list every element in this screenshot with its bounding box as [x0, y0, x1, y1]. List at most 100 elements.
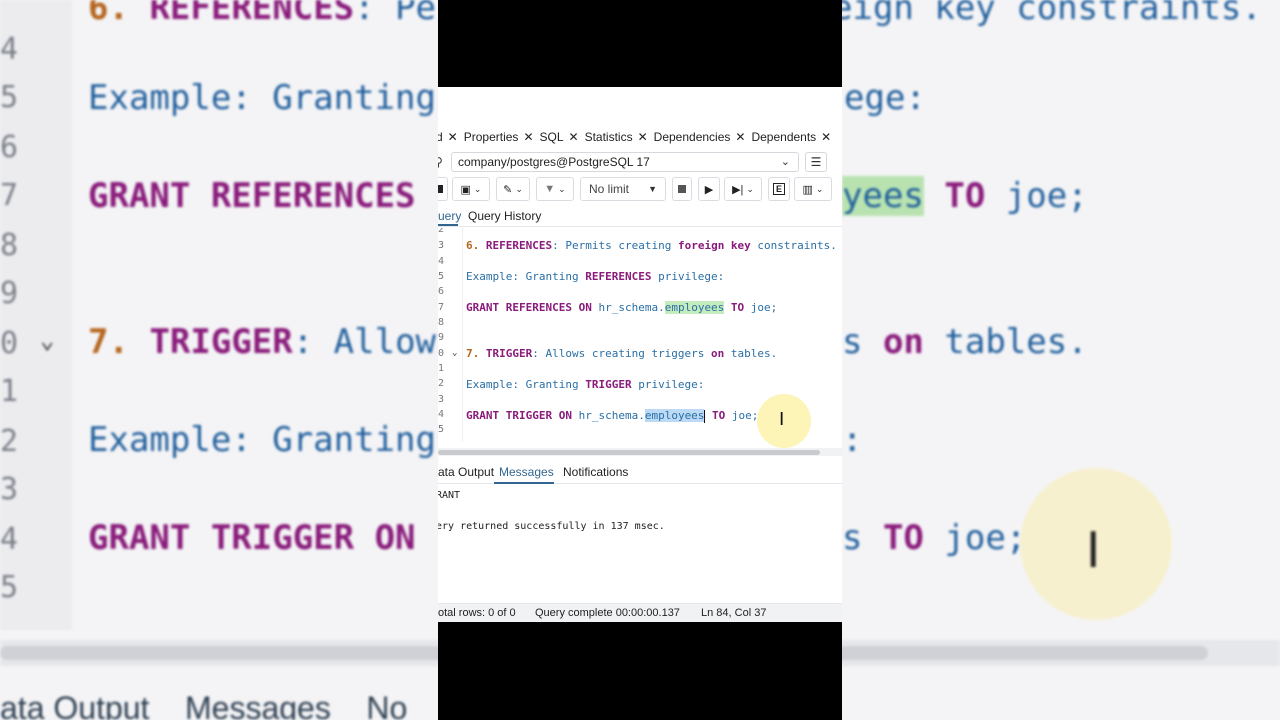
execute-button[interactable]: ▶	[698, 177, 720, 201]
object-tabbar: rd ✕ Properties ✕ SQL ✕ Statistics ✕ Depende…	[438, 127, 842, 147]
play-icon: ▶	[704, 183, 714, 196]
background-line: ege:	[844, 78, 926, 118]
tab-dependents[interactable]: Dependents ✕	[751, 127, 837, 147]
tab-data-output[interactable]: ata Output	[438, 465, 494, 479]
caret-down-icon: ▼	[648, 184, 657, 194]
filter-button[interactable]: ▼ ⌄	[536, 177, 574, 201]
line-number: 1	[438, 363, 445, 374]
explain-icon: E	[772, 183, 785, 195]
tab-label: Statistics	[584, 130, 633, 144]
bar-chart-icon: ▥	[802, 183, 813, 196]
status-cursor-position: Ln 84, Col 37	[701, 607, 767, 619]
close-icon[interactable]: ✕	[638, 130, 648, 144]
video-frame: rd ✕ Properties ✕ SQL ✕ Statistics ✕ Depende…	[438, 0, 842, 720]
tab-notifications[interactable]: Notifications	[563, 465, 628, 479]
background-line-number: 2	[0, 424, 19, 459]
output-tabs: ata Output Messages Notifications	[438, 460, 842, 484]
execute-options-button[interactable]: ▶| ⌄	[724, 177, 762, 201]
close-icon[interactable]: ✕	[448, 130, 458, 144]
line-number: 8	[438, 317, 445, 328]
background-line: s on tables.	[842, 322, 1088, 362]
code-line: 6. REFERENCES: Permits creating foreign …	[466, 239, 837, 252]
scrollbar-thumb[interactable]	[438, 450, 820, 455]
background-output-tabs: ata Output Messages No	[0, 690, 408, 720]
selection-highlight: employees	[644, 409, 705, 422]
active-tab-indicator	[438, 224, 458, 226]
save-button[interactable]: ▣ ⌄	[452, 177, 490, 201]
edit-button[interactable]: ✎ ⌄	[496, 177, 530, 201]
connection-value: company/postgres@PostgreSQL 17	[458, 155, 650, 169]
line-number: 2	[438, 378, 445, 389]
close-icon[interactable]: ✕	[523, 130, 533, 144]
background-text-cursor-icon: I	[1086, 521, 1101, 579]
tab-messages[interactable]: Messages	[499, 465, 554, 479]
background-line-number: 6	[0, 130, 19, 165]
background-line: yees TO joe;	[842, 176, 1088, 216]
row-limit-select[interactable]: No limit ▼	[580, 177, 666, 201]
code-line: 7. TRIGGER: Allows creating triggers on …	[466, 347, 778, 360]
background-line: Example: Granting	[88, 420, 436, 460]
tab-sql[interactable]: SQL ✕	[540, 127, 585, 147]
tab-query[interactable]: uery	[438, 209, 461, 223]
connection-select[interactable]: company/postgres@PostgreSQL 17 ⌄	[451, 152, 799, 172]
message-line: ery returned successfully in 137 msec.	[438, 521, 665, 532]
background-line-number: 7	[0, 178, 19, 213]
play-script-icon: ▶|	[732, 183, 744, 196]
editor-tabs: uery Query History	[438, 205, 842, 227]
stop-button[interactable]	[672, 177, 692, 201]
line-number: 4	[438, 409, 445, 420]
line-number: 4	[438, 256, 445, 267]
status-total-rows: otal rows: 0 of 0	[438, 607, 516, 619]
background-line: 7. TRIGGER: Allow	[88, 322, 437, 362]
tab-properties[interactable]: Properties ✕	[464, 127, 540, 147]
query-toolbar: ▣ ⌄ ✎ ⌄ ▼ ⌄ No limit ▼ ▶ ▶| ⌄ E ▥ ⌄	[438, 177, 842, 201]
tab-label: Dependencies	[653, 130, 731, 144]
close-icon[interactable]: ✕	[735, 130, 745, 144]
background-line: 6. REFERENCES: Pe	[88, 0, 437, 28]
gutter-divider	[462, 228, 463, 442]
tab-query-history[interactable]: Query History	[468, 209, 541, 223]
close-icon[interactable]: ✕	[821, 130, 831, 144]
code-line: Example: Granting REFERENCES privilege:	[466, 270, 725, 283]
background-line-number: 4	[0, 32, 19, 67]
row-limit-value: No limit	[589, 182, 630, 196]
tab-statistics[interactable]: Statistics ✕	[585, 127, 654, 147]
line-number: 6	[438, 286, 445, 297]
chevron-down-icon: ⌄	[780, 156, 790, 168]
status-bar: otal rows: 0 of 0 Query complete 00:00:0…	[438, 603, 842, 622]
chevron-down-icon: ⌄	[558, 183, 566, 194]
line-number: 0	[438, 348, 445, 359]
background-line-number: 8	[0, 228, 19, 263]
chevron-down-icon: ⌄	[746, 183, 754, 194]
message-line: RANT	[438, 490, 461, 501]
open-file-button[interactable]	[438, 177, 448, 201]
line-number: 9	[438, 332, 445, 343]
line-number: 2	[438, 228, 445, 235]
explain-analyze-button[interactable]: ▥ ⌄	[794, 177, 832, 201]
pencil-icon: ✎	[503, 183, 513, 196]
background-line-number: 5	[0, 80, 19, 115]
background-line-number: 3	[0, 472, 19, 507]
connection-bar: ⚲ company/postgres@PostgreSQL 17 ⌄ ☰	[438, 151, 842, 173]
explain-button[interactable]: E	[768, 177, 790, 201]
background-line-number: 1	[0, 374, 19, 409]
tab-dashboard[interactable]: rd ✕	[438, 127, 464, 147]
line-number: 3	[438, 394, 445, 405]
stop-icon	[678, 185, 686, 193]
fold-chevron-icon[interactable]: ⌄	[452, 348, 457, 358]
tab-dependencies[interactable]: Dependencies ✕	[654, 127, 752, 147]
background-line-number: 5	[0, 570, 19, 605]
line-number: 3	[438, 240, 445, 251]
active-tab-indicator	[494, 482, 554, 484]
database-icon[interactable]: ☰	[805, 152, 827, 172]
editor-horizontal-scrollbar[interactable]	[438, 448, 842, 456]
status-query-complete: Query complete 00:00:00.137	[535, 607, 680, 619]
line-number: 5	[438, 424, 445, 435]
close-icon[interactable]: ✕	[569, 130, 579, 144]
connection-status-icon[interactable]: ⚲	[438, 155, 443, 169]
tab-label: Dependents	[751, 130, 817, 144]
code-line: GRANT REFERENCES ON hr_schema.employees …	[466, 301, 778, 314]
chevron-down-icon: ⌄	[815, 183, 824, 194]
background-line: s TO joe;	[842, 518, 1027, 558]
pgadmin-window: rd ✕ Properties ✕ SQL ✕ Statistics ✕ Depende…	[438, 87, 842, 622]
